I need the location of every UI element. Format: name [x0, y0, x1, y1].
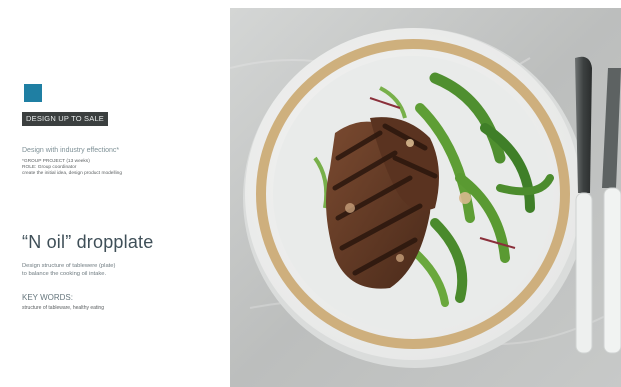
description-line: to balance the cooking oil intake.: [22, 270, 107, 277]
project-title: “N oil” dropplate: [22, 232, 154, 252]
section-tag: DESIGN UP TO SALE: [22, 112, 109, 126]
project-meta: *GROUP PROJECT (13 weeks) ROLE: Group co…: [22, 159, 122, 177]
project-description: Design structure of tablewere (plate) to…: [22, 263, 212, 278]
text-panel: [12, 8, 230, 385]
logo-mark-icon: [24, 84, 42, 102]
knife: [575, 56, 593, 354]
meta-line: create the initial idea, design product …: [22, 171, 122, 176]
product-photo: [230, 8, 621, 387]
project-subtitle: Design with industry effectionc*: [22, 147, 120, 154]
keywords-list: structure of tableware, healthy eating: [22, 305, 104, 311]
keywords-label: KEY WORDS:: [22, 293, 73, 302]
portfolio-page: DESIGN UP TO SALE Design with industry e…: [0, 0, 621, 387]
plate-illustration: [230, 8, 621, 387]
company-logo: [24, 84, 80, 106]
description-line: Design structure of tablewere (plate): [22, 263, 116, 269]
